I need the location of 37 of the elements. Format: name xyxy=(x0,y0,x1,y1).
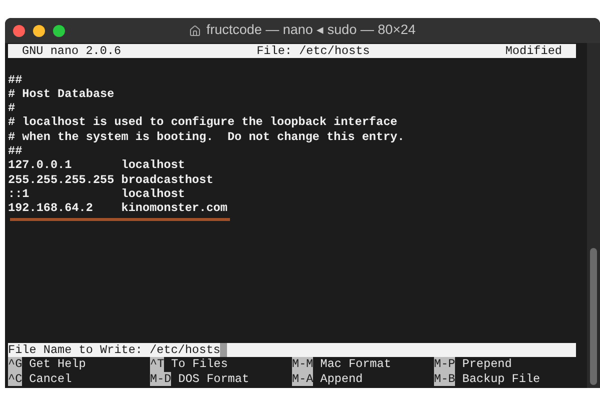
file-line: 127.0.0.1 localhost xyxy=(8,158,185,172)
shortcut-label: DOS Format xyxy=(177,372,250,386)
file-line: ## xyxy=(8,144,22,158)
file-line: 255.255.255.255 broadcasthost xyxy=(8,172,214,187)
shortcut-key: ^T xyxy=(150,357,164,372)
home-icon xyxy=(189,24,202,36)
shortcut-label: Cancel xyxy=(28,372,72,386)
shortcut-key: M-D xyxy=(150,372,172,386)
shortcut-key: ^C xyxy=(8,372,22,386)
file-line: 192.168.64.2 kinomonster.com xyxy=(8,201,228,216)
shortcut-key: M-A xyxy=(292,372,314,386)
file-line: ::1 localhost xyxy=(8,186,185,201)
close-button[interactable] xyxy=(13,24,25,36)
modified-status: Modified xyxy=(505,44,562,58)
shortcut-key: M-B xyxy=(434,372,456,386)
file-line: # localhost is used to configure the loopback interface xyxy=(8,115,398,130)
app-version: GNU nano 2.0.6 xyxy=(22,44,122,58)
shortcut-label: Mac Format xyxy=(319,357,392,372)
shortcut-key: M-P xyxy=(434,357,456,372)
shortcut-label: Prepend xyxy=(461,357,512,372)
shortcut-label: Get Help xyxy=(28,357,86,372)
file-name: File: /etc/hosts xyxy=(256,44,370,58)
shortcut-key: M-M xyxy=(292,357,314,372)
window-title: fructcode — nano ◂ sudo — 80×24 xyxy=(206,21,416,40)
shortcut-key: ^G xyxy=(8,357,22,372)
shortcut-label: To Files xyxy=(170,357,228,372)
file-line: # Host Database xyxy=(8,86,114,101)
file-line: ## xyxy=(8,72,22,87)
scrollbar-thumb[interactable] xyxy=(590,248,597,385)
shortcut-label: Backup File xyxy=(461,372,540,386)
prompt-text: File Name to Write: /etc/hosts xyxy=(8,343,220,358)
file-line: # xyxy=(8,101,16,116)
file-line: # when the system is booting. Do not change this entry. xyxy=(8,130,404,144)
zoom-button[interactable] xyxy=(53,24,65,36)
text-cursor xyxy=(220,343,228,358)
shortcut-label: Append xyxy=(319,372,363,386)
minimize-button[interactable] xyxy=(33,24,45,36)
